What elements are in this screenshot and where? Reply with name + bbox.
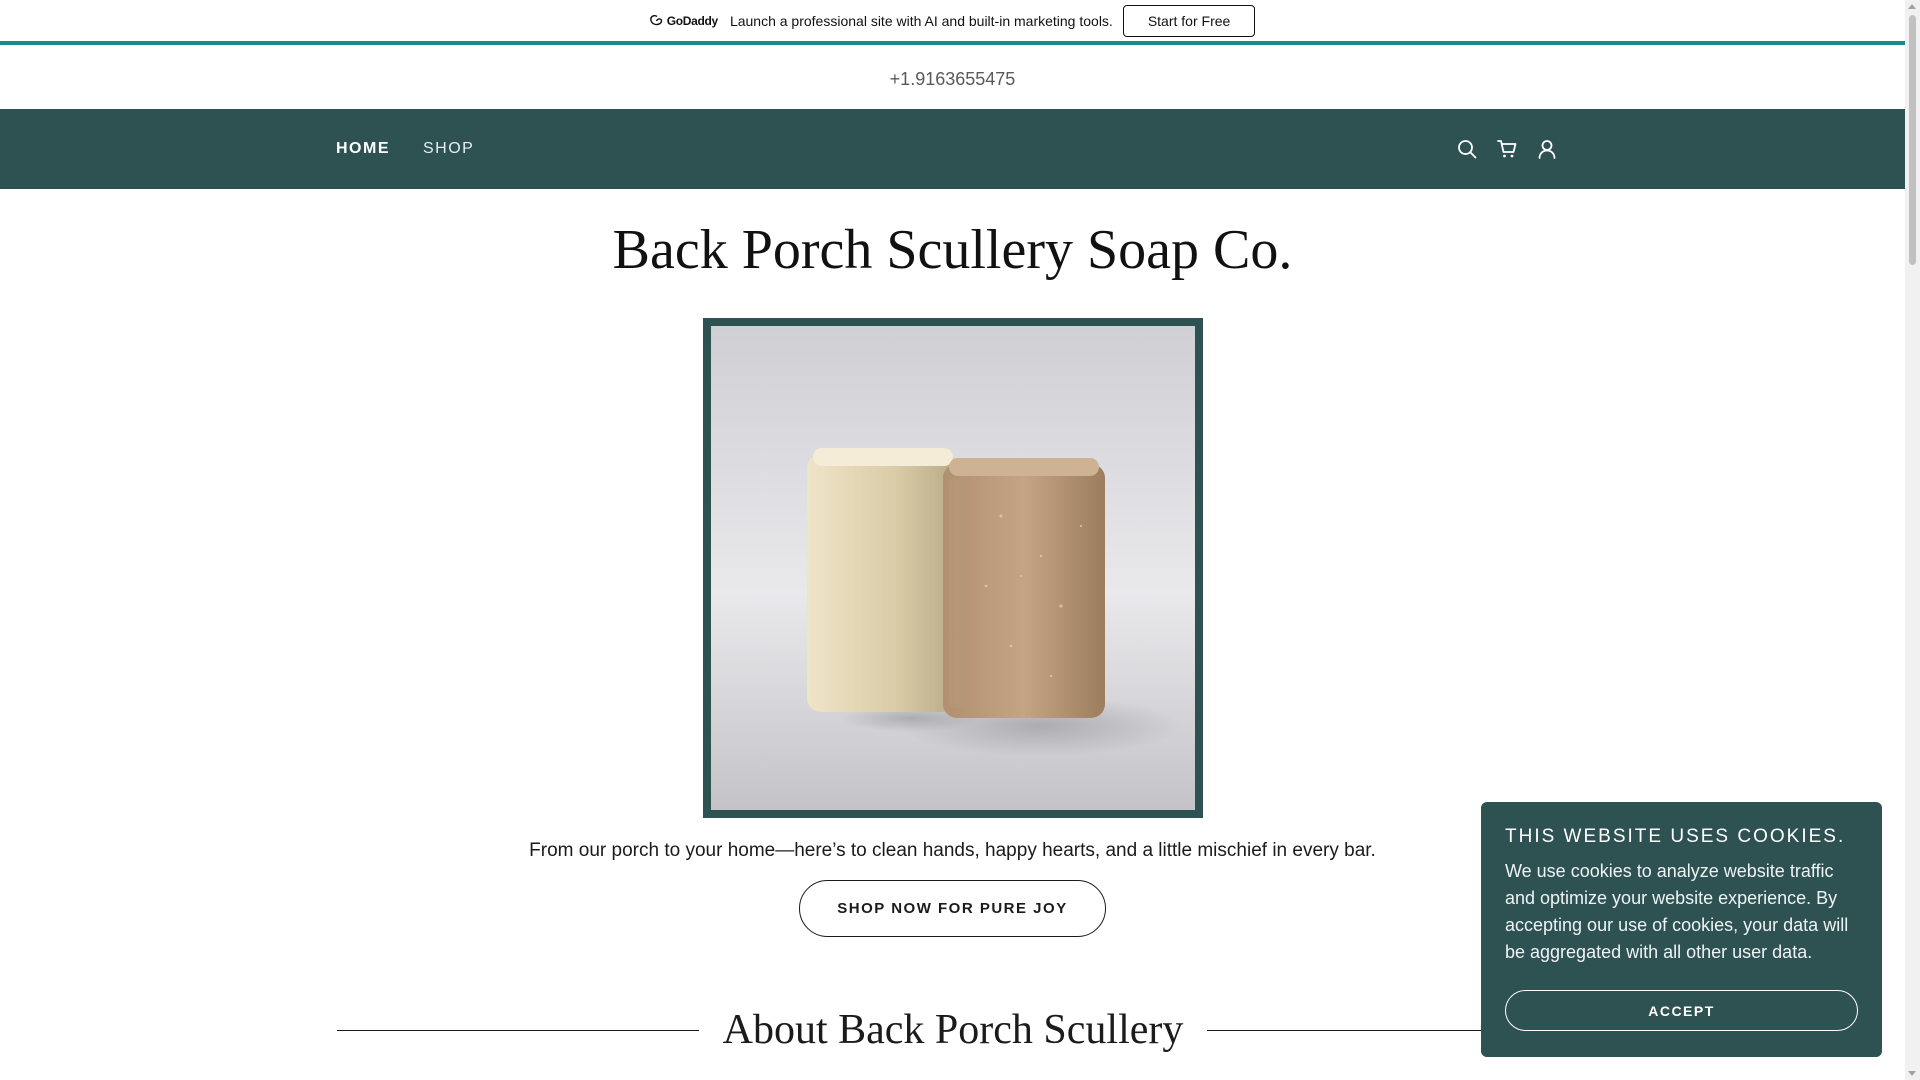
- cookie-banner: THIS WEBSITE USES COOKIES. We use cookie…: [1481, 802, 1882, 1057]
- godaddy-logo-icon: [649, 14, 662, 25]
- godaddy-logo-text: GoDaddy: [666, 13, 719, 28]
- promo-text: Launch a professional site with AI and b…: [729, 12, 1113, 29]
- main-nav: HOME SHOP: [0, 109, 1905, 189]
- soap-bars-illustration: [711, 326, 1195, 810]
- site-title: Back Porch Scullery Soap Co.: [612, 219, 1293, 281]
- nav-icons: [1456, 109, 1558, 189]
- page: GoDaddy Launch a professional site with …: [0, 0, 1920, 1080]
- scroll-down-arrow-icon[interactable]: [1908, 1071, 1916, 1076]
- account-icon[interactable]: [1536, 138, 1558, 160]
- heading-divider-left: [337, 1029, 699, 1031]
- hero-image-frame: [703, 318, 1203, 818]
- cart-icon[interactable]: [1496, 138, 1518, 160]
- godaddy-promo-bar: GoDaddy Launch a professional site with …: [0, 0, 1905, 45]
- scroll-thumb[interactable]: [1909, 15, 1916, 265]
- start-for-free-button[interactable]: Start for Free: [1122, 4, 1256, 37]
- search-icon[interactable]: [1456, 138, 1478, 160]
- about-title: About Back Porch Scullery: [722, 1007, 1184, 1053]
- page-scrollbar[interactable]: [1905, 0, 1920, 1080]
- phone-number-link[interactable]: +1.9163655475: [890, 69, 1016, 90]
- shop-now-button[interactable]: SHOP NOW FOR PURE JOY: [799, 880, 1106, 937]
- accept-cookies-button[interactable]: ACCEPT: [1505, 990, 1858, 1031]
- cookie-body: We use cookies to analyze website traffi…: [1505, 861, 1849, 962]
- nav-item-shop[interactable]: SHOP: [423, 140, 474, 158]
- nav-links: HOME SHOP: [336, 109, 474, 189]
- phone-bar: +1.9163655475: [0, 49, 1905, 109]
- godaddy-logo[interactable]: GoDaddy: [649, 13, 719, 28]
- about-section-heading: About Back Porch Scullery: [337, 1000, 1569, 1060]
- cookie-title: THIS WEBSITE USES COOKIES.: [1505, 826, 1846, 847]
- scroll-up-arrow-icon[interactable]: [1908, 4, 1916, 9]
- nav-item-home[interactable]: HOME: [336, 140, 390, 158]
- hero-image: [711, 326, 1195, 810]
